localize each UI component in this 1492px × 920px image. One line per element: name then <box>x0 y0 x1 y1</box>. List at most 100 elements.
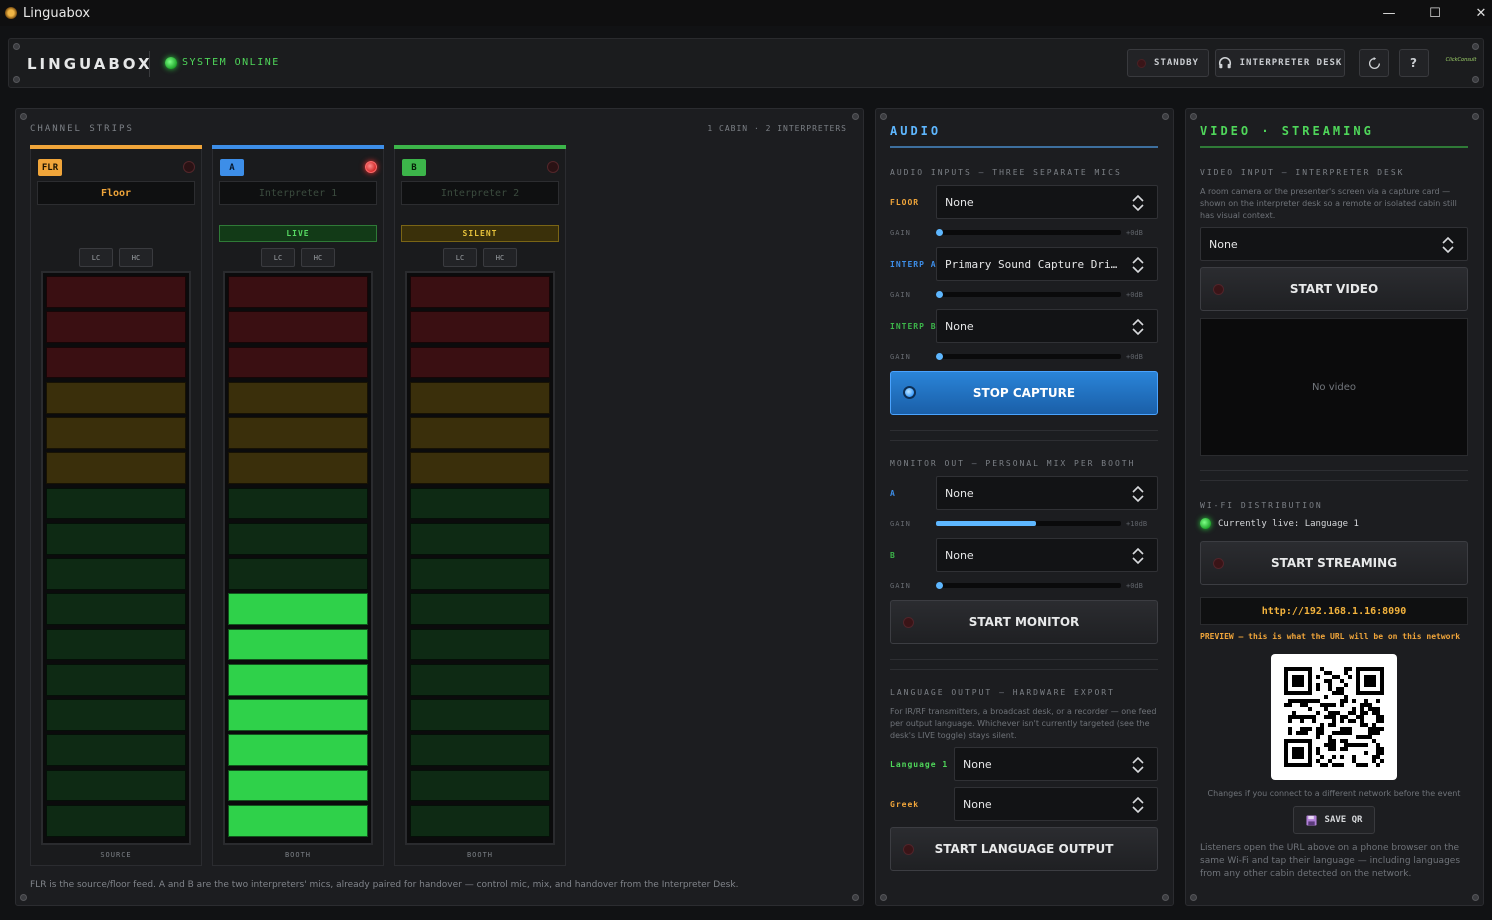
meter-segment <box>46 804 186 837</box>
meter-segment <box>410 487 550 520</box>
video-input-note: A room camera or the presenter's screen … <box>1200 187 1457 220</box>
meter-segment <box>228 769 368 802</box>
divider <box>149 51 150 77</box>
strip-footer: BOOTH <box>284 851 312 859</box>
low-cut-button[interactable]: LC <box>443 248 477 267</box>
start-streaming-button[interactable]: START STREAMING <box>1200 541 1468 585</box>
start-monitor-button[interactable]: START MONITOR <box>890 600 1158 644</box>
video-input-select[interactable]: None <box>1200 227 1468 261</box>
screw-icon <box>852 113 859 120</box>
meter-segment <box>46 417 186 449</box>
live-state-badge: LIVE <box>219 225 377 242</box>
help-button[interactable]: ? <box>1399 49 1429 77</box>
interp-a-device-value: Primary Sound Capture Driver <box>945 257 1123 271</box>
interp-b-input-select[interactable]: None <box>936 309 1158 343</box>
floppy-disk-icon <box>1305 814 1317 826</box>
monitor-a-select[interactable]: None <box>936 476 1158 510</box>
refresh-icon <box>1368 56 1380 69</box>
streaming-led-icon <box>1213 558 1224 569</box>
channel-strip-interpreter-a: A Interpreter 1 LIVE LC HC BOOTH <box>212 145 384 866</box>
qr-code <box>1271 654 1397 780</box>
slider-knob[interactable] <box>936 229 943 236</box>
language-1-label: Language 1 <box>890 760 949 769</box>
monitor-a-gain-slider[interactable] <box>936 521 1121 526</box>
video-input-label: VIDEO INPUT — INTERPRETER DESK <box>1200 168 1405 177</box>
high-cut-button[interactable]: HC <box>483 248 517 267</box>
meter-segment <box>46 487 186 520</box>
standby-button[interactable]: STANDBY <box>1127 49 1209 77</box>
gain-db: +0dB <box>1126 291 1143 299</box>
meter-segment <box>228 417 368 449</box>
screw-icon <box>1162 894 1169 901</box>
low-cut-button[interactable]: LC <box>261 248 295 267</box>
meter-segment <box>410 417 550 449</box>
greek-select[interactable]: None <box>954 787 1158 821</box>
stream-url[interactable]: http://192.168.1.16:8090 <box>1200 597 1468 625</box>
meter-segment <box>410 699 550 731</box>
screw-icon <box>1472 76 1479 83</box>
interp-a-input-label: INTERP A <box>890 260 937 269</box>
interpreter-desk-button[interactable]: INTERPRETER DESK <box>1215 49 1345 77</box>
gain-label: GAIN <box>890 291 911 299</box>
save-qr-button[interactable]: SAVE QR <box>1293 806 1375 834</box>
language-1-select[interactable]: None <box>954 747 1158 781</box>
high-cut-button[interactable]: HC <box>301 248 335 267</box>
maximize-button[interactable]: ☐ <box>1412 0 1458 26</box>
slider-knob[interactable] <box>936 353 943 360</box>
record-led-icon[interactable] <box>365 161 377 173</box>
channel-badge: B <box>402 159 426 176</box>
meter-segment <box>410 734 550 767</box>
monitor-a-label: A <box>890 489 896 498</box>
divider <box>1200 146 1468 148</box>
channel-strip-floor: FLR Floor LC HC SOURCE <box>30 145 202 866</box>
slider-knob[interactable] <box>936 582 943 589</box>
chevron-updown-icon <box>1132 485 1144 503</box>
close-button[interactable]: ✕ <box>1458 0 1492 26</box>
meter-segment <box>46 628 186 661</box>
start-video-button[interactable]: START VIDEO <box>1200 267 1468 311</box>
low-cut-button[interactable]: LC <box>79 248 113 267</box>
language-output-led-icon <box>903 844 914 855</box>
strip-color-bar <box>212 145 384 149</box>
meter-segment <box>228 452 368 485</box>
monitor-b-select[interactable]: None <box>936 538 1158 572</box>
level-meter <box>223 271 373 845</box>
meter-segment <box>228 734 368 767</box>
start-language-output-button[interactable]: START LANGUAGE OUTPUT <box>890 827 1158 871</box>
monitor-b-gain-slider[interactable] <box>936 582 1121 589</box>
gain-db: +10dB <box>1126 520 1148 528</box>
floor-input-select[interactable]: None <box>936 185 1158 219</box>
monitor-out-label: MONITOR OUT — PERSONAL MIX PER BOOTH <box>890 459 1136 468</box>
reset-button[interactable] <box>1359 49 1389 77</box>
language-output-label: LANGUAGE OUTPUT — HARDWARE EXPORT <box>890 688 1115 697</box>
strip-color-bar <box>394 145 566 149</box>
stop-capture-button[interactable]: STOP CAPTURE <box>890 371 1158 415</box>
interp-b-gain-slider[interactable] <box>936 353 1121 360</box>
meter-segment <box>46 699 186 731</box>
meter-segment <box>410 558 550 590</box>
interp-a-input-select[interactable]: Primary Sound Capture Driver <box>936 247 1158 281</box>
system-status: SYSTEM ONLINE <box>182 57 280 68</box>
meter-segment <box>46 558 186 590</box>
qr-code-icon <box>1284 667 1384 767</box>
meter-segment <box>46 522 186 555</box>
meter-segment <box>228 487 368 520</box>
standby-led-icon <box>1137 58 1147 68</box>
screw-icon <box>1190 113 1197 120</box>
channel-name: Floor <box>37 181 195 205</box>
meter-segment <box>46 452 186 485</box>
live-status: Currently live: Language 1 <box>1218 519 1359 529</box>
record-led-icon[interactable] <box>183 161 195 173</box>
slider-knob[interactable] <box>936 291 943 298</box>
audio-title: AUDIO <box>890 124 942 138</box>
cabin-summary: 1 CABIN · 2 INTERPRETERS <box>707 124 847 133</box>
window-title: Linguabox <box>23 5 91 21</box>
divider <box>890 440 1158 441</box>
online-led-icon <box>165 57 177 69</box>
interp-a-gain-slider[interactable] <box>936 291 1121 298</box>
floor-gain-slider[interactable] <box>936 229 1121 236</box>
high-cut-button[interactable]: HC <box>119 248 153 267</box>
live-led-icon <box>1200 518 1211 529</box>
minimize-button[interactable]: — <box>1366 0 1412 26</box>
record-led-icon[interactable] <box>547 161 559 173</box>
